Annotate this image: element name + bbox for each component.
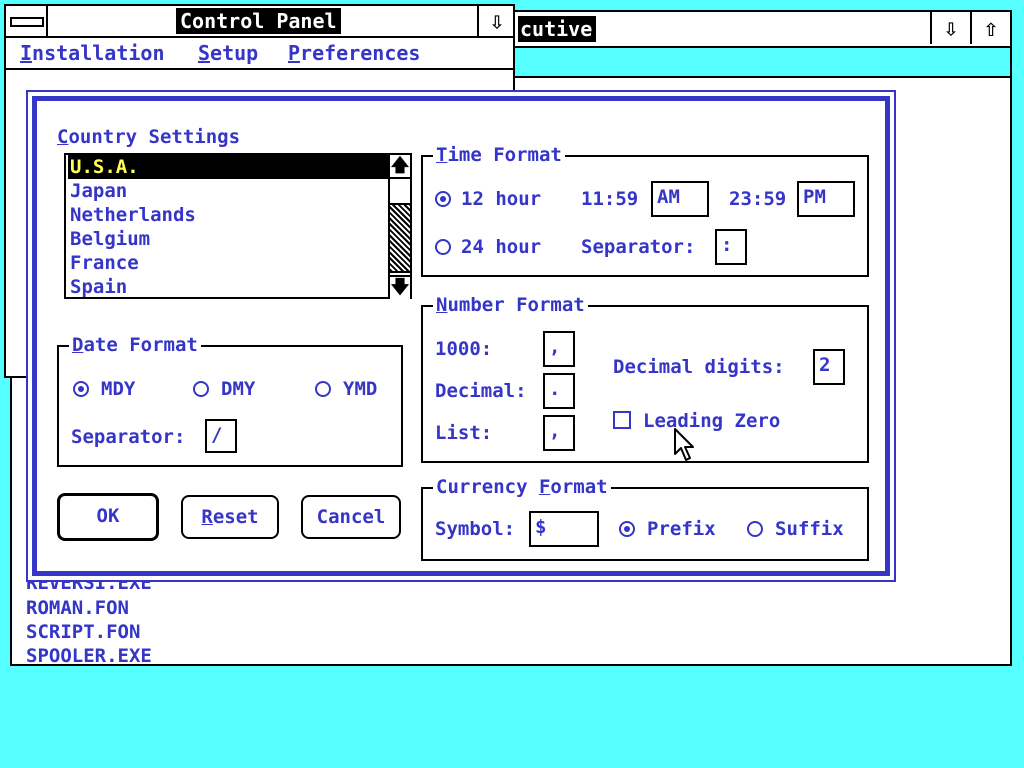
- menu-installation[interactable]: Installation: [20, 40, 165, 66]
- thousands-separator-field[interactable]: ,: [543, 331, 575, 367]
- list-item[interactable]: Japan: [68, 179, 388, 203]
- thousands-separator-label: 1000:: [435, 338, 493, 360]
- date-format-group: Date Format MDY DMY YMD Separator: /: [57, 333, 403, 467]
- list-separator-label: List:: [435, 422, 493, 444]
- file-item[interactable]: SCRIPT.FON: [26, 621, 140, 643]
- system-menu-button[interactable]: [6, 6, 48, 36]
- country-settings-label: Country Settings: [57, 126, 241, 148]
- radio-mdy-label: MDY: [101, 378, 136, 400]
- ok-button[interactable]: OK: [57, 493, 159, 541]
- radio-ymd[interactable]: [315, 381, 331, 397]
- decimal-separator-label: Decimal:: [435, 380, 527, 402]
- decimal-digits-field[interactable]: 2: [813, 349, 845, 385]
- reset-button[interactable]: Reset: [181, 495, 279, 539]
- control-panel-menubar: Installation Setup Preferences: [6, 38, 513, 70]
- currency-symbol-label: Symbol:: [435, 518, 516, 540]
- time-separator-field[interactable]: :: [715, 229, 747, 265]
- mouse-cursor-icon: [674, 428, 694, 461]
- pm-field[interactable]: PM: [797, 181, 855, 217]
- time-format-group: Time Format 12 hour 11:59 AM 23:59 PM 24…: [421, 143, 869, 277]
- radio-prefix[interactable]: [619, 521, 635, 537]
- time-format-label: Time Format: [433, 143, 565, 167]
- decimal-digits-label: Decimal digits:: [613, 356, 785, 378]
- executive-title: cutive: [518, 16, 597, 42]
- radio-suffix[interactable]: [747, 521, 763, 537]
- date-separator-label: Separator:: [71, 426, 186, 448]
- leading-zero-label: Leading Zero: [643, 410, 781, 432]
- control-panel-title: Control Panel: [176, 8, 341, 34]
- am-field[interactable]: AM: [651, 181, 709, 217]
- country-listbox[interactable]: U.S.A. Japan Netherlands Belgium France …: [64, 153, 412, 299]
- currency-format-group: Currency Format Symbol: $ Prefix Suffix: [421, 475, 869, 561]
- list-item[interactable]: Belgium: [68, 227, 388, 251]
- menu-setup[interactable]: Setup: [198, 40, 258, 66]
- currency-format-label: Currency Format: [433, 475, 611, 499]
- minimize-button[interactable]: ⇩: [930, 12, 970, 44]
- dialog-frame: Country Settings U.S.A. Japan Netherland…: [32, 96, 890, 576]
- scroll-thumb[interactable]: [390, 203, 410, 273]
- scroll-down-icon[interactable]: 🡇: [390, 275, 410, 299]
- date-format-label: Date Format: [69, 333, 201, 357]
- time-12-sample: 11:59: [581, 188, 639, 210]
- radio-mdy[interactable]: [73, 381, 89, 397]
- system-menu-icon: [10, 17, 44, 27]
- radio-12-hour[interactable]: [435, 191, 451, 207]
- list-separator-field[interactable]: ,: [543, 415, 575, 451]
- leading-zero-checkbox[interactable]: [613, 411, 631, 429]
- minimize-button[interactable]: ⇩: [477, 6, 515, 36]
- decimal-separator-field[interactable]: .: [543, 373, 575, 409]
- list-scrollbar[interactable]: 🡅 🡇: [388, 155, 410, 299]
- country-settings-dialog: Country Settings U.S.A. Japan Netherland…: [26, 90, 896, 582]
- radio-suffix-label: Suffix: [775, 518, 844, 540]
- cancel-button[interactable]: Cancel: [301, 495, 401, 539]
- list-item[interactable]: Netherlands: [68, 203, 388, 227]
- radio-12-hour-label: 12 hour: [461, 188, 542, 210]
- maximize-button[interactable]: ⇧: [970, 12, 1010, 44]
- file-item[interactable]: SPOOLER.EXE: [26, 645, 152, 667]
- radio-dmy[interactable]: [193, 381, 209, 397]
- control-panel-titlebar[interactable]: Control Panel ⇩: [6, 6, 513, 38]
- radio-prefix-label: Prefix: [647, 518, 716, 540]
- radio-dmy-label: DMY: [221, 378, 256, 400]
- date-separator-field[interactable]: /: [205, 419, 237, 453]
- scroll-up-icon[interactable]: 🡅: [390, 155, 410, 179]
- number-format-label: Number Format: [433, 293, 588, 317]
- list-item[interactable]: France: [68, 251, 388, 275]
- radio-24-hour-label: 24 hour: [461, 236, 542, 258]
- radio-ymd-label: YMD: [343, 378, 378, 400]
- file-item[interactable]: ROMAN.FON: [26, 597, 129, 619]
- list-item[interactable]: Spain: [68, 275, 388, 299]
- time-24-sample: 23:59: [729, 188, 787, 210]
- menu-preferences[interactable]: Preferences: [288, 40, 420, 66]
- number-format-group: Number Format 1000: , Decimal: . List: ,…: [421, 293, 869, 463]
- radio-24-hour[interactable]: [435, 239, 451, 255]
- currency-symbol-field[interactable]: $: [529, 511, 599, 547]
- list-item[interactable]: U.S.A.: [68, 155, 388, 179]
- time-separator-label: Separator:: [581, 236, 696, 258]
